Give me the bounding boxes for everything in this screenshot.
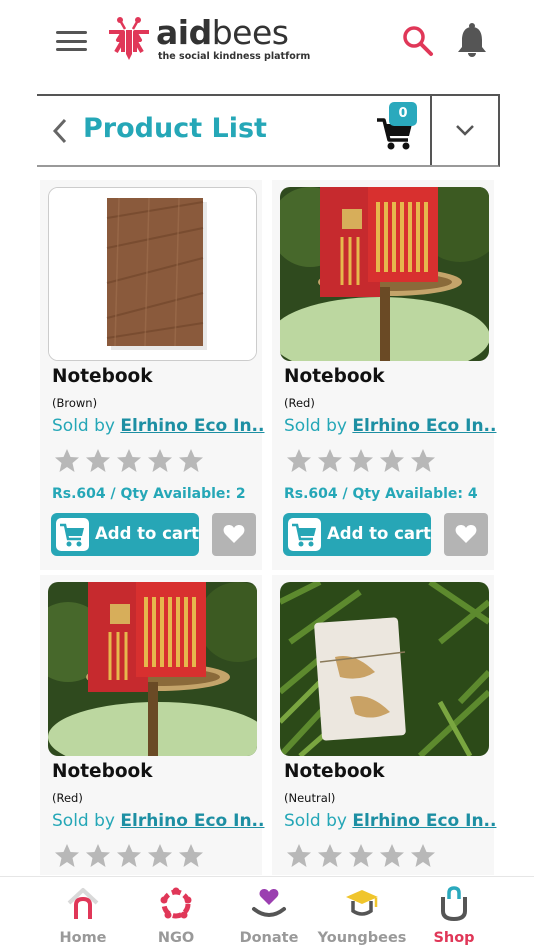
- seller-line: Sold by Elrhino Eco In..: [284, 416, 497, 436]
- product-card[interactable]: Notebook (Neutral) Sold by Elrhino Eco I…: [272, 575, 497, 875]
- ngo-icon: [160, 887, 192, 919]
- seller-link[interactable]: Elrhino Eco In..: [120, 416, 264, 436]
- page-title: Product List: [83, 113, 267, 144]
- product-variant: (Brown): [52, 396, 98, 410]
- app-bar: aidbees the social kindness platform: [0, 0, 534, 88]
- product-card[interactable]: Notebook (Red) Sold by Elrhino Eco In.. …: [272, 180, 497, 570]
- product-variant: (Red): [284, 396, 315, 410]
- rating-stars[interactable]: [286, 843, 436, 869]
- star-icon[interactable]: [54, 843, 80, 868]
- star-icon[interactable]: [286, 448, 312, 473]
- nav-home[interactable]: Home: [38, 877, 128, 950]
- star-icon[interactable]: [54, 448, 80, 473]
- product-image[interactable]: [280, 187, 489, 361]
- product-variant: (Neutral): [284, 791, 336, 805]
- home-icon: [67, 888, 99, 919]
- star-icon[interactable]: [410, 448, 436, 473]
- bee-logo-icon: [109, 17, 149, 60]
- product-name[interactable]: Notebook: [284, 761, 385, 782]
- star-icon[interactable]: [379, 448, 405, 473]
- star-icon[interactable]: [178, 843, 204, 868]
- star-icon[interactable]: [85, 843, 111, 868]
- filter-dropdown-button[interactable]: [433, 96, 498, 165]
- search-button[interactable]: [401, 24, 435, 58]
- bottom-navigation: Home NGO Donate Youngbees Shop: [0, 876, 534, 950]
- donate-icon: [252, 889, 286, 917]
- rating-stars[interactable]: [286, 448, 436, 474]
- star-icon[interactable]: [317, 843, 343, 868]
- product-name[interactable]: Notebook: [284, 366, 385, 387]
- notifications-button[interactable]: [455, 22, 489, 58]
- brand-wordmark: aidbees: [156, 13, 289, 52]
- star-icon[interactable]: [317, 448, 343, 473]
- product-card[interactable]: Notebook (Brown) Sold by Elrhino Eco In.…: [40, 180, 265, 570]
- search-icon: [403, 26, 433, 56]
- cart-count-badge: 0: [389, 102, 417, 126]
- seller-line: Sold by Elrhino Eco In..: [52, 811, 265, 831]
- star-icon[interactable]: [116, 843, 142, 868]
- add-to-cart-label: Add to cart: [95, 524, 200, 543]
- seller-link[interactable]: Elrhino Eco In..: [352, 416, 496, 436]
- product-image[interactable]: [280, 582, 489, 756]
- star-icon[interactable]: [85, 448, 111, 473]
- bell-icon: [458, 23, 486, 57]
- add-to-cart-button[interactable]: Add to cart: [51, 513, 199, 556]
- star-icon[interactable]: [348, 843, 374, 868]
- rating-stars[interactable]: [54, 448, 204, 474]
- rating-stars[interactable]: [54, 843, 204, 869]
- shop-icon: [441, 886, 467, 922]
- cart-icon: [60, 523, 84, 547]
- add-to-cart-label: Add to cart: [327, 524, 432, 543]
- add-to-cart-button[interactable]: Add to cart: [283, 513, 431, 556]
- star-icon[interactable]: [178, 448, 204, 473]
- nav-donate[interactable]: Donate: [224, 877, 314, 950]
- star-icon[interactable]: [147, 843, 173, 868]
- cart-icon: [292, 523, 316, 547]
- product-name[interactable]: Notebook: [52, 761, 153, 782]
- page-header: Product List 0: [37, 94, 500, 167]
- seller-line: Sold by Elrhino Eco In..: [284, 811, 497, 831]
- nav-shop[interactable]: Shop: [409, 877, 499, 950]
- star-icon[interactable]: [348, 448, 374, 473]
- product-image[interactable]: [48, 582, 257, 756]
- star-icon[interactable]: [410, 843, 436, 868]
- price-quantity: Rs.604 / Qty Available: 2: [52, 486, 246, 502]
- chevron-left-icon: [52, 118, 67, 144]
- price-quantity: Rs.604 / Qty Available: 4: [284, 486, 478, 502]
- heart-icon: [223, 525, 245, 543]
- wishlist-button[interactable]: [444, 513, 488, 556]
- menu-icon[interactable]: [56, 31, 87, 51]
- heart-icon: [455, 525, 477, 543]
- nav-ngo[interactable]: NGO: [131, 877, 221, 950]
- nav-youngbees[interactable]: Youngbees: [317, 877, 407, 950]
- product-image[interactable]: [48, 187, 257, 361]
- brand-tagline: the social kindness platform: [158, 51, 311, 62]
- star-icon[interactable]: [116, 448, 142, 473]
- seller-line: Sold by Elrhino Eco In..: [52, 416, 265, 436]
- star-icon[interactable]: [379, 843, 405, 868]
- star-icon[interactable]: [286, 843, 312, 868]
- header-divider: [430, 96, 432, 165]
- back-button[interactable]: [49, 116, 71, 146]
- product-name[interactable]: Notebook: [52, 366, 153, 387]
- youngbees-icon: [346, 890, 378, 916]
- brand-logo[interactable]: aidbees the social kindness platform: [106, 14, 310, 68]
- seller-link[interactable]: Elrhino Eco In..: [120, 811, 264, 831]
- seller-link[interactable]: Elrhino Eco In..: [352, 811, 496, 831]
- product-variant: (Red): [52, 791, 83, 805]
- wishlist-button[interactable]: [212, 513, 256, 556]
- chevron-down-icon: [456, 125, 474, 136]
- product-card[interactable]: Notebook (Red) Sold by Elrhino Eco In..: [40, 575, 265, 875]
- star-icon[interactable]: [147, 448, 173, 473]
